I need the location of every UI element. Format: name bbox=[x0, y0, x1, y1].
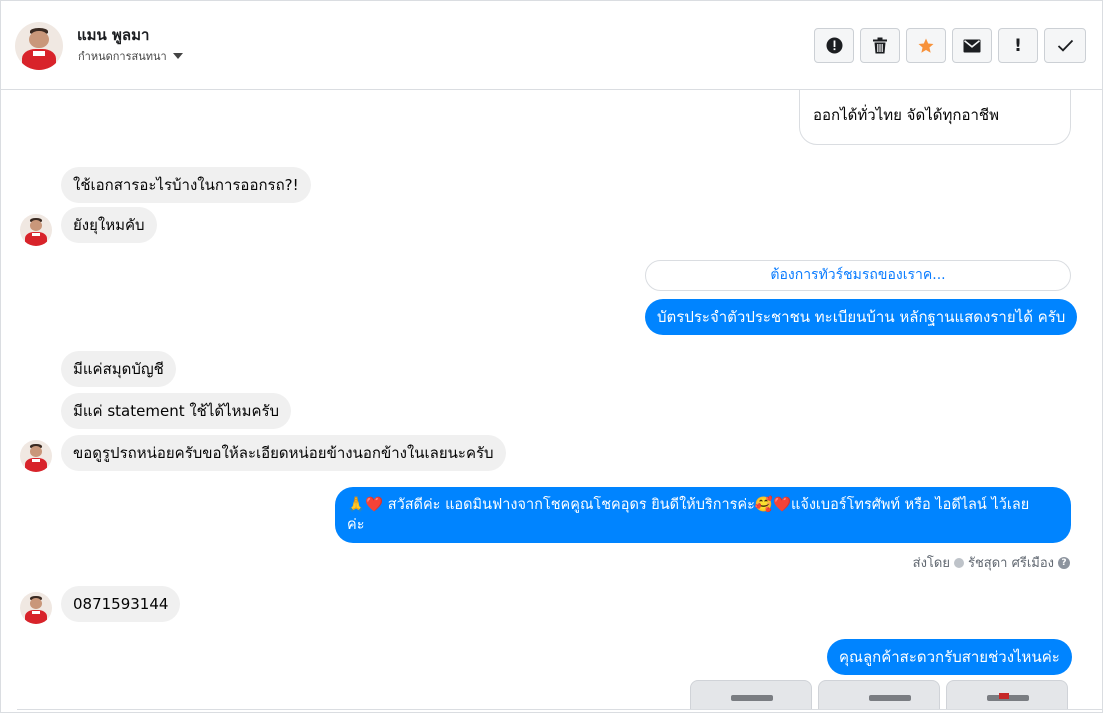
conversation-header: แมน พูลมา กำหนดการสนทนา ! bbox=[1, 1, 1102, 90]
alert-circle-icon bbox=[826, 37, 842, 54]
message-text: บัตรประจำตัวประชาชน ทะเบียนบ้าน หลักฐานแ… bbox=[657, 308, 1066, 326]
incoming-message[interactable]: ยังยุใหมคับ bbox=[61, 207, 157, 243]
assign-conversation-dropdown[interactable]: กำหนดการสนทนา bbox=[78, 47, 183, 65]
message-text: ออกได้ทั่วไทย จัดได้ทุกอาชีพ bbox=[813, 106, 999, 124]
exclamation-icon: ! bbox=[1014, 35, 1022, 56]
message-text: ขอดูรูปรถหน่อยครับขอให้ละเอียดหน่อยข้างน… bbox=[73, 444, 494, 462]
car-photo-thumbnail[interactable] bbox=[946, 680, 1068, 710]
incoming-message[interactable]: ขอดูรูปรถหน่อยครับขอให้ละเอียดหน่อยข้างน… bbox=[61, 435, 506, 471]
quick-reply-label: ต้องการทัวร์ชมรถของเราค... bbox=[770, 267, 946, 283]
message-text: มีแค่สมุดบัญชี bbox=[73, 360, 164, 378]
incoming-message[interactable]: มีแค่สมุดบัญชี bbox=[61, 351, 176, 387]
conversation-toolbar: ! bbox=[814, 28, 1086, 63]
sent-by-info: ส่งโดย รัชสุดา ศรีเมือง ? bbox=[913, 552, 1070, 573]
mark-unread-button[interactable] bbox=[952, 28, 992, 63]
outgoing-message[interactable]: บัตรประจำตัวประชาชน ทะเบียนบ้าน หลักฐานแ… bbox=[645, 299, 1078, 335]
composer-divider bbox=[17, 709, 1102, 710]
car-photo-thumbnail[interactable] bbox=[690, 680, 812, 710]
assign-conversation-label: กำหนดการสนทนา bbox=[78, 50, 167, 63]
contact-avatar-small bbox=[20, 440, 52, 472]
message-text: ใช้เอกสารอะไรบ้างในการออกรถ?! bbox=[73, 176, 299, 194]
message-text: คุณลูกค้าสะดวกรับสายช่วงไหนค่ะ bbox=[839, 648, 1060, 666]
caret-down-icon bbox=[172, 53, 183, 59]
message-thread[interactable]: ออกได้ทั่วไทย จัดได้ทุกอาชีพ ใช้เอกสารอะ… bbox=[1, 90, 1102, 712]
star-icon bbox=[918, 38, 934, 53]
checkmark-icon bbox=[1057, 39, 1073, 52]
message-card-partial: ออกได้ทั่วไทย จัดได้ทุกอาชีพ bbox=[799, 90, 1071, 145]
trash-icon bbox=[873, 37, 887, 54]
message-text: มีแค่ statement ใช้ได้ไหมครับ bbox=[73, 402, 280, 420]
envelope-icon bbox=[963, 39, 981, 52]
mark-spam-button[interactable] bbox=[814, 28, 854, 63]
contact-name[interactable]: แมน พูลมา bbox=[77, 23, 149, 47]
outgoing-message[interactable]: คุณลูกค้าสะดวกรับสายช่วงไหนค่ะ bbox=[827, 639, 1072, 675]
contact-avatar[interactable] bbox=[15, 22, 63, 70]
help-icon[interactable]: ? bbox=[1058, 556, 1070, 569]
mark-done-button[interactable] bbox=[1044, 28, 1086, 63]
follow-up-button[interactable]: ! bbox=[998, 28, 1038, 63]
outgoing-message[interactable]: 🙏❤️ สวัสดีค่ะ แอดมินฟางจากโชคคูณโชคอุดร … bbox=[335, 487, 1071, 543]
quick-reply-button[interactable]: ต้องการทัวร์ชมรถของเราค... bbox=[645, 260, 1071, 291]
star-button[interactable] bbox=[906, 28, 946, 63]
sender-name[interactable]: รัชสุดา ศรีเมือง bbox=[968, 552, 1054, 573]
incoming-message[interactable]: ใช้เอกสารอะไรบ้างในการออกรถ?! bbox=[61, 167, 311, 203]
delete-button[interactable] bbox=[860, 28, 900, 63]
incoming-message[interactable]: มีแค่ statement ใช้ได้ไหมครับ bbox=[61, 393, 292, 429]
sent-by-label: ส่งโดย bbox=[912, 556, 950, 571]
car-photo-thumbnail[interactable] bbox=[818, 680, 940, 710]
contact-avatar-small bbox=[20, 214, 52, 246]
message-text: ยังยุใหมคับ bbox=[73, 216, 145, 234]
conversation-panel: แมน พูลมา กำหนดการสนทนา ! ออกได้ทั่วไทย … bbox=[0, 0, 1103, 713]
message-text: 0871593144 bbox=[73, 595, 169, 613]
message-text-continued: ค่ะ bbox=[347, 517, 365, 533]
message-text: 🙏❤️ สวัสดีค่ะ แอดมินฟางจากโชคคูณโชคอุดร … bbox=[347, 497, 1030, 513]
incoming-message[interactable]: 0871593144 bbox=[61, 586, 181, 622]
contact-avatar-small bbox=[20, 592, 52, 624]
page-status-icon bbox=[953, 557, 964, 568]
